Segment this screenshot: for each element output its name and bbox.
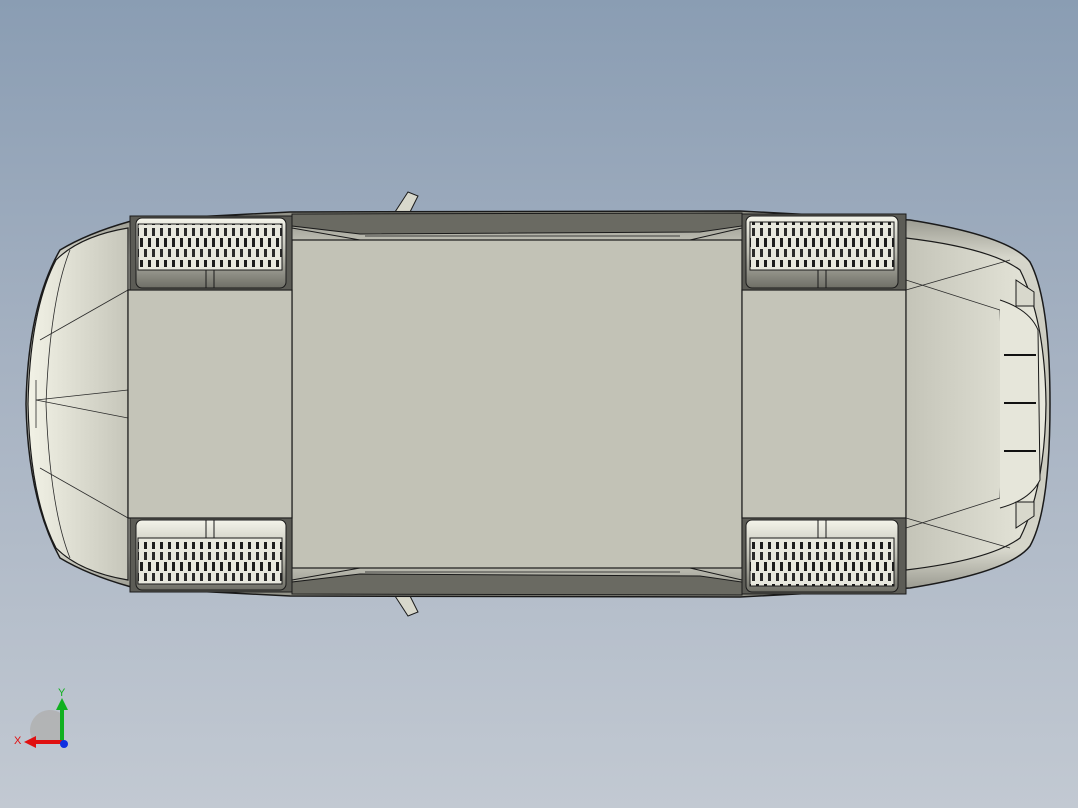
- rear-right-wheel: [741, 517, 907, 595]
- front-right-wheel: [129, 517, 293, 593]
- rear-left-wheel: [741, 213, 907, 291]
- floor-center: [291, 239, 743, 569]
- y-axis-label: Y: [58, 687, 66, 699]
- coordinate-triad: Y X: [14, 687, 68, 748]
- right-sill: [291, 573, 743, 596]
- z-axis-dot: [60, 740, 68, 748]
- x-axis-label: X: [14, 735, 22, 747]
- car-model-top-view[interactable]: [0, 0, 1078, 808]
- graphics-viewport[interactable]: Y X: [0, 0, 1078, 808]
- front-left-wheel: [129, 215, 293, 291]
- right-mirror: [394, 595, 419, 617]
- floor-rear: [741, 289, 907, 519]
- front-nose: [27, 227, 129, 581]
- left-mirror: [394, 191, 419, 213]
- left-sill: [291, 212, 743, 235]
- floor-front: [127, 289, 293, 519]
